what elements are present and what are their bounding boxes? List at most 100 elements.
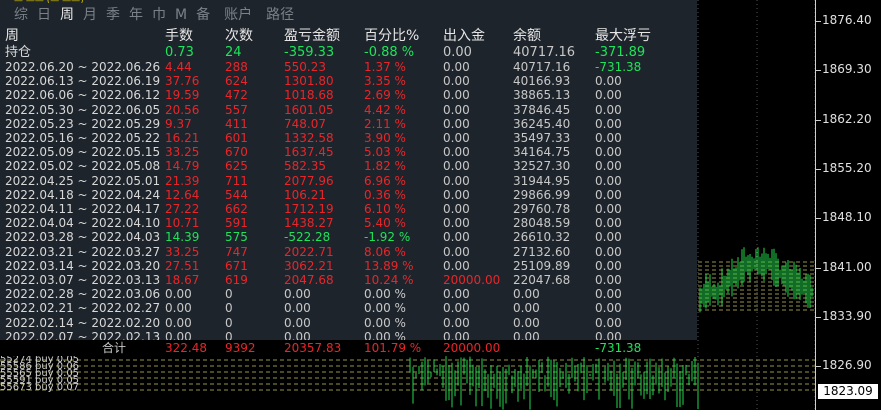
- row-transfer: 0.00: [443, 145, 470, 160]
- row-transfer: 0.00: [443, 216, 470, 231]
- row-max-drawdown: 0.00: [595, 102, 622, 117]
- axis-tick: [816, 267, 821, 269]
- row-count: 575: [225, 230, 248, 245]
- row-lots: 4.44: [165, 60, 192, 74]
- column-header: 手数: [165, 28, 193, 44]
- row-max-drawdown: 0.00: [595, 116, 622, 131]
- row-max-drawdown: 0.00: [595, 216, 622, 231]
- row-lots: 10.71: [165, 216, 200, 231]
- row-pct: 0.36 %: [364, 187, 406, 202]
- row-transfer: 0.00: [443, 244, 470, 259]
- row-balance: 36245.40: [513, 116, 571, 131]
- tab-10[interactable]: 路径: [266, 4, 294, 26]
- row-period: 2022.05.30 ~ 2022.06.05: [5, 102, 161, 117]
- row-count: 711: [225, 173, 248, 188]
- axis-price-label: 1848.10: [822, 210, 872, 225]
- column-header: 盈亏金额: [284, 28, 340, 44]
- tab-4[interactable]: 季: [106, 4, 120, 26]
- table-row: 2022.04.04 ~ 2022.04.10 10.71 591 1438.27 5.…: [5, 216, 685, 230]
- row-lots: 12.64: [165, 187, 200, 202]
- total-row: 合计 322.48 9392 20357.83 101.79 % 20000.0…: [0, 340, 697, 356]
- holding-max-drawdown: -371.89: [595, 45, 646, 60]
- row-balance: 32527.30: [513, 159, 571, 174]
- row-balance: 25109.89: [513, 258, 571, 273]
- row-balance: 40717.16: [513, 60, 571, 74]
- row-balance: 31944.95: [513, 173, 571, 188]
- row-count: 544: [225, 187, 248, 202]
- row-balance: 22047.68: [513, 273, 571, 288]
- tab-1[interactable]: 日: [37, 4, 51, 26]
- row-pnl: 1712.19: [284, 202, 334, 217]
- row-lots: 20.56: [165, 102, 200, 117]
- row-lots: 27.51: [165, 258, 200, 273]
- row-max-drawdown: 0.00: [595, 315, 622, 330]
- row-lots: 27.22: [165, 202, 200, 217]
- row-count: 625: [225, 159, 248, 174]
- table-row: 2022.03.28 ~ 2022.04.03 14.39 575 -522.28 -1…: [5, 230, 685, 244]
- row-count: 671: [225, 258, 248, 273]
- row-lots: 9.37: [165, 116, 192, 131]
- current-price-label: 1823.09: [818, 384, 878, 399]
- row-period: 2022.05.16 ~ 2022.05.22: [5, 131, 161, 146]
- row-lots: 37.76: [165, 74, 200, 89]
- statistics-panel: — —— (— ——) 综日周月季年巾M备账户路径 周手数次数盈亏金额百分比%出…: [0, 0, 697, 356]
- row-pct: 6.96 %: [364, 173, 406, 188]
- row-period: 2022.04.25 ~ 2022.05.01: [5, 173, 161, 188]
- table-row: 2022.02.21 ~ 2022.02.27 0.00 0 0.00 0.00 % 0.…: [5, 301, 685, 315]
- row-transfer: 0.00: [443, 74, 470, 89]
- axis-price-label: 1833.90: [822, 308, 872, 323]
- row-lots: 18.67: [165, 273, 200, 288]
- table-row: 2022.05.02 ~ 2022.05.08 14.79 625 582.35 1.8…: [5, 159, 685, 173]
- holding-pnl: -359.33: [284, 45, 335, 60]
- table-row: 2022.05.30 ~ 2022.06.05 20.56 557 1601.05 4.…: [5, 103, 685, 117]
- row-period: 2022.06.13 ~ 2022.06.19: [5, 74, 161, 89]
- row-lots: 33.25: [165, 244, 200, 259]
- axis-price-label: 1876.40: [822, 13, 872, 27]
- row-count: 670: [225, 145, 248, 160]
- row-max-drawdown: 0.00: [595, 187, 622, 202]
- row-lots: 0.00: [165, 287, 192, 302]
- total-pnl: 20357.83: [284, 341, 342, 355]
- tab-0[interactable]: 综: [14, 4, 28, 26]
- row-transfer: 0.00: [443, 173, 470, 188]
- row-count: 288: [225, 60, 248, 74]
- holding-count: 24: [225, 45, 242, 60]
- row-pct: 3.90 %: [364, 131, 406, 146]
- table-header: 周 手数 次数 盈亏金额 百分比% 出入金 余额 最大浮亏: [5, 28, 685, 45]
- row-pct: 1.37 %: [364, 60, 406, 74]
- axis-price-label: 1855.20: [822, 160, 872, 175]
- axis-price-label: 1862.20: [822, 111, 872, 126]
- row-pnl: 0.00: [284, 287, 311, 302]
- axis-tick: [816, 168, 821, 170]
- table-row: 2022.05.23 ~ 2022.05.29 9.37 411 748.07 2.11…: [5, 117, 685, 131]
- row-balance: 37846.45: [513, 102, 571, 117]
- row-lots: 33.25: [165, 145, 200, 160]
- holding-transfer: 0.00: [443, 45, 472, 60]
- row-pct: 5.03 %: [364, 145, 406, 160]
- row-count: 0: [225, 287, 233, 302]
- row-max-drawdown: 0.00: [595, 74, 622, 89]
- row-balance: 29760.78: [513, 202, 571, 217]
- tab-3[interactable]: 月: [83, 4, 97, 26]
- table-row: 2022.04.11 ~ 2022.04.17 27.22 662 1712.19 6.…: [5, 202, 685, 216]
- table-row: 2022.05.16 ~ 2022.05.22 16.21 601 1332.58 3.…: [5, 131, 685, 145]
- row-period: 2022.06.20 ~ 2022.06.26: [5, 60, 161, 74]
- row-pct: 10.24 %: [364, 273, 414, 288]
- row-max-drawdown: 0.00: [595, 287, 622, 302]
- row-period: 2022.02.14 ~ 2022.02.20: [5, 315, 161, 330]
- tab-5[interactable]: 年: [129, 4, 143, 26]
- axis-tick: [816, 70, 821, 72]
- row-transfer: 20000.00: [443, 273, 501, 288]
- axis-tick: [816, 119, 821, 121]
- tab-6[interactable]: 巾: [152, 4, 166, 26]
- order-labels: 55274 buy 0.05 55586 buy 0.06 55565 buy 0.…: [0, 355, 79, 393]
- tab-2[interactable]: 周: [60, 4, 74, 26]
- tab-8[interactable]: 备: [196, 4, 210, 26]
- column-header: 最大浮亏: [595, 28, 651, 44]
- table-row: 2022.06.06 ~ 2022.06.12 19.59 472 1018.68 2.…: [5, 88, 685, 102]
- row-pnl: 582.35: [284, 159, 326, 174]
- row-count: 0: [225, 315, 233, 330]
- row-pnl: 1438.27: [284, 216, 334, 231]
- tab-7[interactable]: M: [175, 4, 187, 26]
- tab-9[interactable]: 账户: [224, 4, 252, 26]
